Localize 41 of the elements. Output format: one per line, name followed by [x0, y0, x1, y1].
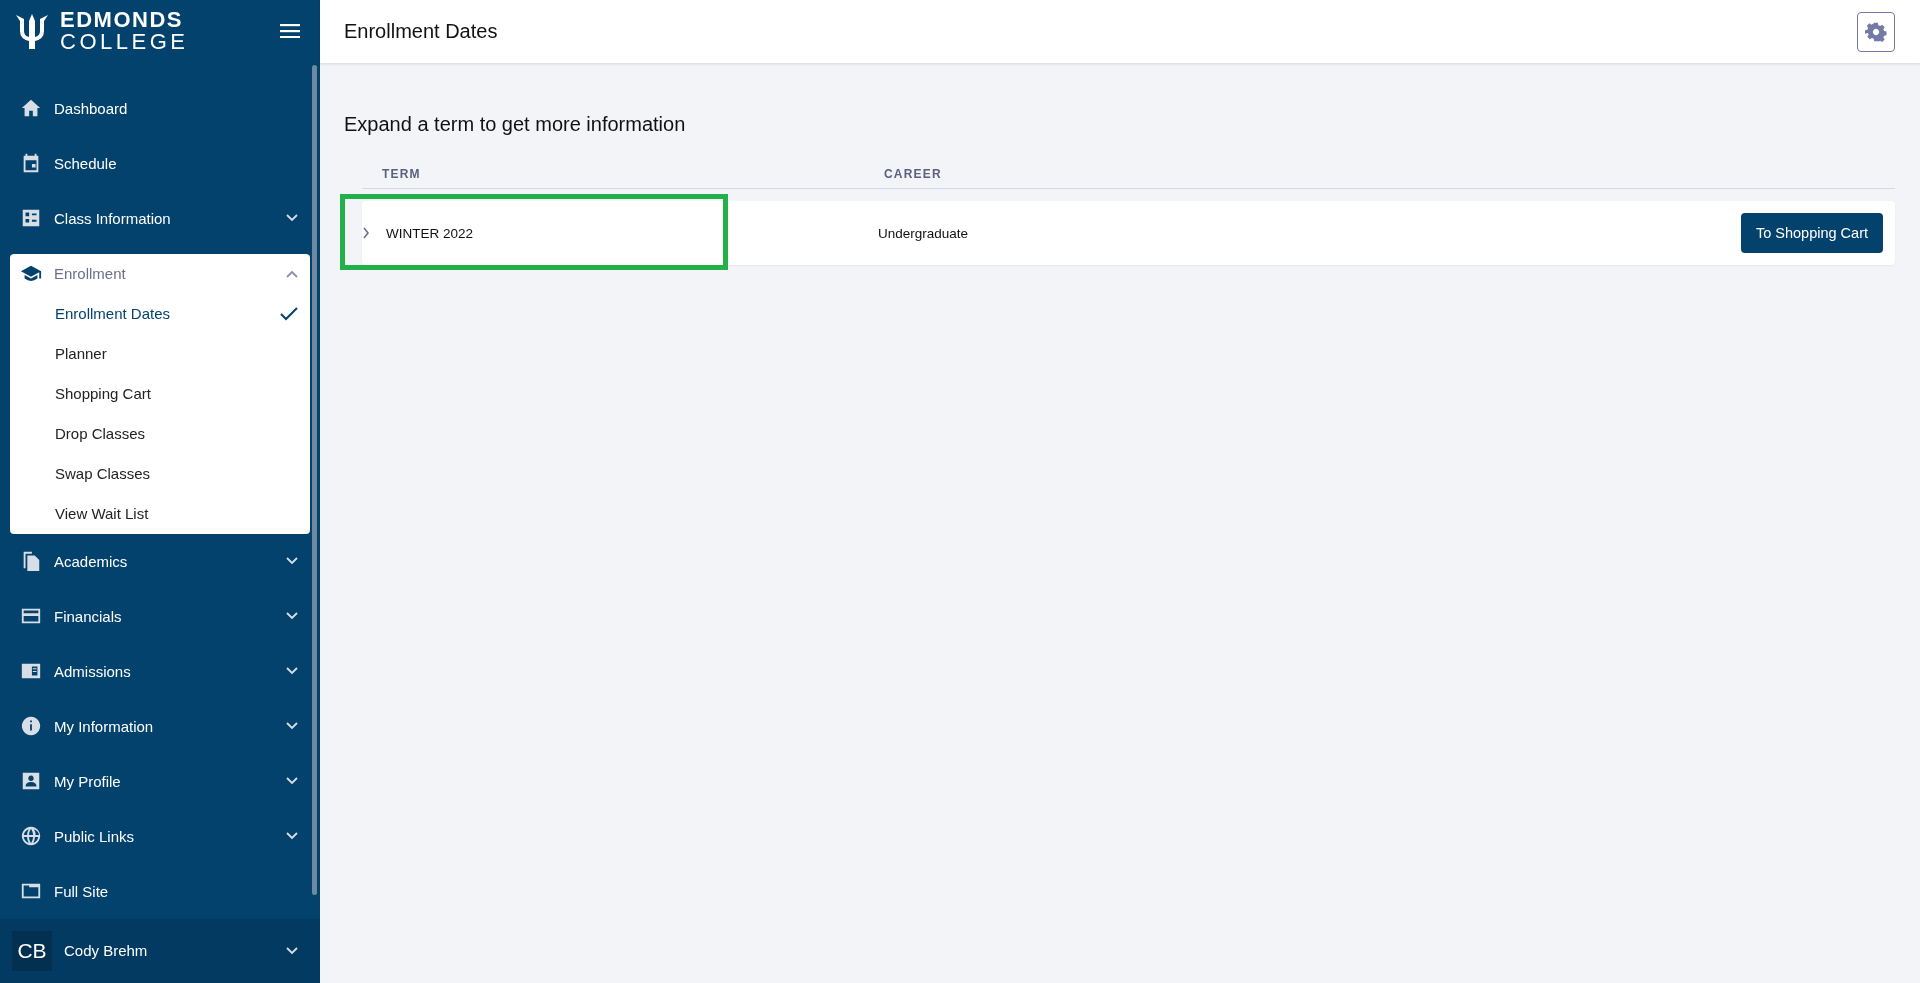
table-cell-text: Undergraduate: [878, 225, 970, 241]
nav-item[interactable]: My Information: [10, 698, 310, 754]
term-row[interactable]: WINTER 2022 Undergraduate To Shopping Cart: [362, 201, 1895, 265]
settings-icon: [1865, 20, 1887, 43]
submenu-item[interactable]: Enrollment Dates: [10, 293, 310, 334]
home-icon: [20, 97, 42, 119]
page-title: Enrollment Dates: [344, 20, 498, 43]
submenu-item[interactable]: Planner: [10, 333, 310, 374]
logo-text: EDMONDS: [60, 9, 184, 32]
nav-item[interactable]: Public Links: [10, 808, 310, 864]
column-header: TERM: [382, 167, 422, 181]
checkmark-icon: [280, 306, 298, 321]
menu-icon[interactable]: [280, 24, 300, 39]
nav-item[interactable]: Dashboard: [10, 80, 310, 136]
chevron-right-icon[interactable]: [362, 227, 370, 239]
nav-item[interactable]: Full Site: [10, 863, 310, 919]
avatar-initials: CB: [12, 930, 52, 971]
nav-item[interactable]: My Profile: [10, 753, 310, 809]
table-cell: WINTER 2022: [386, 225, 474, 241]
submenu-item[interactable]: Shopping Cart: [10, 373, 310, 414]
submenu-item[interactable]: Swap Classes: [10, 453, 310, 494]
list-icon: [20, 207, 42, 229]
nav-item[interactable]: Financials: [10, 588, 310, 644]
nav-item[interactable]: Enrollment: [10, 253, 310, 294]
submenu-item[interactable]: View Wait List: [10, 493, 310, 534]
section-heading: Expand a term to get more information: [344, 113, 687, 136]
nav-item[interactable]: Academics: [10, 533, 310, 589]
scrollbar[interactable]: [312, 64, 317, 895]
submenu-item[interactable]: Drop Classes: [10, 413, 310, 454]
chevron-down-icon: [286, 946, 298, 955]
nav-item[interactable]: Schedule: [10, 135, 310, 191]
globe-icon: [20, 825, 42, 847]
nav-item[interactable]: Admissions: [10, 643, 310, 699]
info-icon: [20, 715, 42, 737]
user-menu[interactable]: CB Cody Brehm: [0, 918, 320, 983]
logo-text: COLLEGE: [60, 31, 189, 54]
settings-button[interactable]: [1857, 11, 1895, 52]
shopping-cart-button[interactable]: To Shopping Cart: [1740, 213, 1883, 253]
nav-item[interactable]: Class Information: [10, 190, 310, 246]
column-header: CAREER: [884, 167, 942, 181]
profile-icon: [20, 770, 42, 792]
